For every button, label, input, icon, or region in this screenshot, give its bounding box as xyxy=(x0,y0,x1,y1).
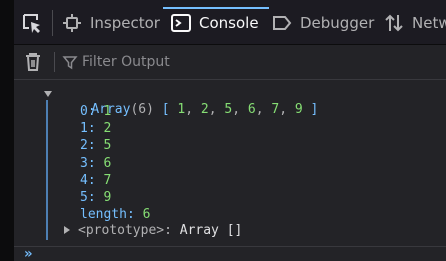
tab-debugger-label: Debugger xyxy=(300,13,375,32)
array-header[interactable]: Array(6) [ 1, 2, 5, 6, 7, 9 ] xyxy=(60,84,318,117)
filter-output-input[interactable] xyxy=(82,50,382,74)
tab-inspector[interactable]: Inspector xyxy=(62,0,160,45)
tree-guide-line xyxy=(46,100,48,240)
entry-key: 0: xyxy=(80,104,96,119)
inspector-icon xyxy=(63,13,81,32)
entry-value: 1 xyxy=(103,104,112,119)
array-entry: 0: 1 xyxy=(80,103,111,120)
tab-console[interactable]: Console xyxy=(163,0,269,45)
entry-key: 1: xyxy=(80,121,96,136)
array-length: (6) xyxy=(130,102,154,117)
tab-inspector-label: Inspector xyxy=(90,13,160,32)
prototype-entry[interactable]: <prototype>: Array [] xyxy=(78,222,242,239)
entry-value: 2 xyxy=(103,121,112,136)
trash-icon[interactable] xyxy=(22,51,44,73)
array-preview-value: 6 xyxy=(247,102,256,117)
console-input-row[interactable]: » xyxy=(14,246,446,261)
entry-key: 2: xyxy=(80,138,96,153)
length-value: 6 xyxy=(142,207,151,222)
entry-key: 5: xyxy=(80,190,96,205)
console-output: Array(6) [ 1, 2, 5, 6, 7, 9 ] 0: 1 1: 2 … xyxy=(14,81,446,246)
array-preview-value: 7 xyxy=(271,102,280,117)
entry-key: 3: xyxy=(80,156,96,171)
array-entry: 1: 2 xyxy=(80,120,111,137)
array-bracket-close: ] xyxy=(310,102,319,117)
array-preview-value: 9 xyxy=(294,102,303,117)
entry-key: 4: xyxy=(80,173,96,188)
debugger-icon xyxy=(273,15,292,30)
length-key: length: xyxy=(80,207,135,222)
element-picker-icon[interactable] xyxy=(20,11,44,35)
devtools-toolbar: Inspector Console Debugger Netw xyxy=(14,0,446,45)
array-bracket-open: [ xyxy=(161,102,170,117)
entry-value: 9 xyxy=(103,190,112,205)
prototype-key: <prototype>: xyxy=(78,223,172,238)
console-filter-bar xyxy=(14,45,446,80)
array-entry: 4: 7 xyxy=(80,172,111,189)
entry-value: 7 xyxy=(103,173,112,188)
array-preview-value: 2 xyxy=(200,102,209,117)
expand-arrow-down-icon[interactable] xyxy=(44,91,52,97)
array-entry: 5: 9 xyxy=(80,189,111,206)
tab-console-label: Console xyxy=(199,13,259,32)
tab-network[interactable]: Netw xyxy=(384,0,446,45)
array-entry: 2: 5 xyxy=(80,137,111,154)
tab-debugger[interactable]: Debugger xyxy=(272,0,374,45)
tab-network-label: Netw xyxy=(412,13,446,32)
expand-arrow-right-icon[interactable] xyxy=(64,226,70,234)
filter-icon xyxy=(62,56,78,70)
console-prompt-icon: » xyxy=(24,246,33,261)
prototype-value: Array [] xyxy=(179,223,243,238)
filter-separator xyxy=(54,52,55,72)
toolbar-separator xyxy=(52,10,53,36)
console-icon xyxy=(171,13,191,32)
array-length-entry: length: 6 xyxy=(80,206,150,223)
network-icon xyxy=(385,14,403,31)
entry-value: 5 xyxy=(103,138,112,153)
entry-value: 6 xyxy=(103,156,112,171)
array-entry: 3: 6 xyxy=(80,155,111,172)
window-edge xyxy=(0,0,14,261)
